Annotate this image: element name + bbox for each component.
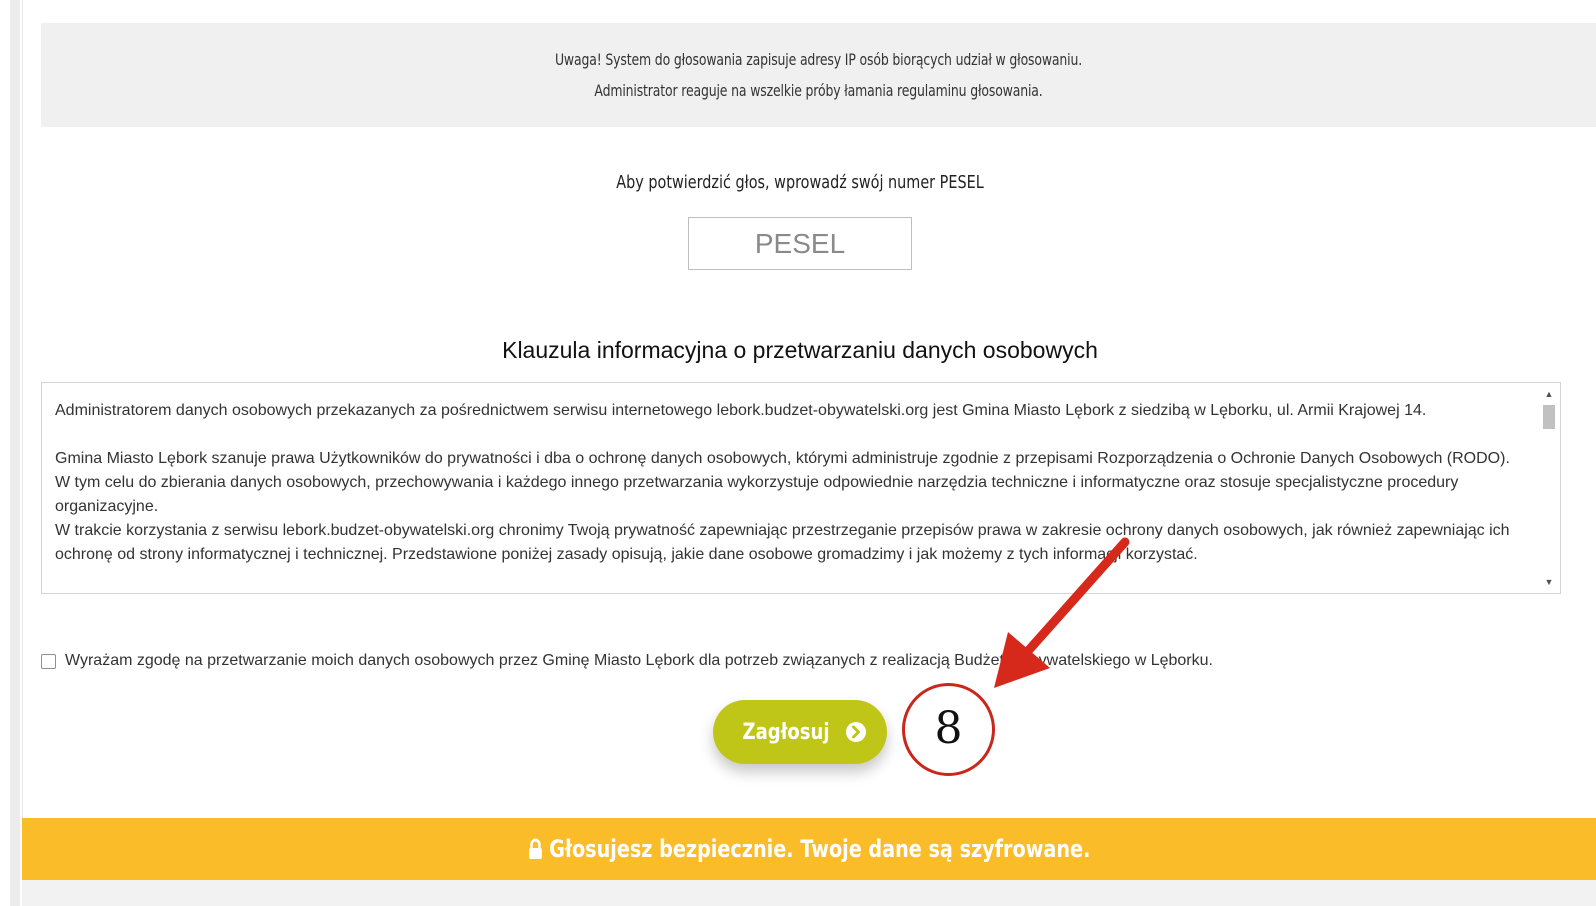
scroll-up-arrow-icon[interactable]: ▲ — [1538, 385, 1560, 403]
clause-paragraph: Administratorem danych osobowych przekaz… — [55, 402, 1427, 419]
clause-scroll-box[interactable]: Administratorem danych osobowych przekaz… — [41, 382, 1561, 594]
clause-text: Administratorem danych osobowych przekaz… — [55, 399, 1525, 567]
clause-heading: Klauzula informacyjna o przetwarzaniu da… — [502, 337, 1098, 363]
secure-bar-content: Głosujesz bezpiecznie. Twoje dane są szy… — [528, 835, 1090, 863]
secure-bar-text: Głosujesz bezpiecznie. Twoje dane są szy… — [548, 835, 1091, 863]
notice-line-2: Administrator reaguje na wszelkie próby … — [594, 81, 1043, 100]
annotation-arrow-icon — [994, 537, 1130, 688]
left-rail — [0, 0, 23, 906]
consent-checkbox[interactable] — [41, 653, 56, 669]
bottom-strip — [22, 880, 1596, 906]
vote-button-label: Zagłosuj — [742, 719, 830, 745]
step-number-badge: 8 — [902, 683, 995, 776]
notice-line-1: Uwaga! System do głosowania zapisuje adr… — [554, 50, 1083, 69]
clause-paragraph: W trakcie korzystania z serwisu lebork.b… — [55, 522, 1510, 563]
clause-scrollbar[interactable]: ▲ ▼ — [1538, 383, 1560, 593]
pesel-prompt: Aby potwierdzić głos, wprowadź swój nume… — [616, 172, 984, 193]
chevron-circle-right-icon — [846, 722, 867, 742]
scroll-thumb[interactable] — [1543, 405, 1555, 429]
lock-icon — [528, 838, 542, 859]
pesel-input[interactable] — [688, 217, 912, 270]
clause-paragraph: Gmina Miasto Lębork szanuje prawa Użytko… — [55, 450, 1510, 515]
secure-voting-bar: Głosujesz bezpiecznie. Twoje dane są szy… — [22, 818, 1596, 880]
scroll-down-arrow-icon[interactable]: ▼ — [1538, 573, 1560, 591]
ip-notice-panel: Uwaga! System do głosowania zapisuje adr… — [41, 23, 1596, 127]
vote-button[interactable]: Zagłosuj — [713, 700, 887, 764]
